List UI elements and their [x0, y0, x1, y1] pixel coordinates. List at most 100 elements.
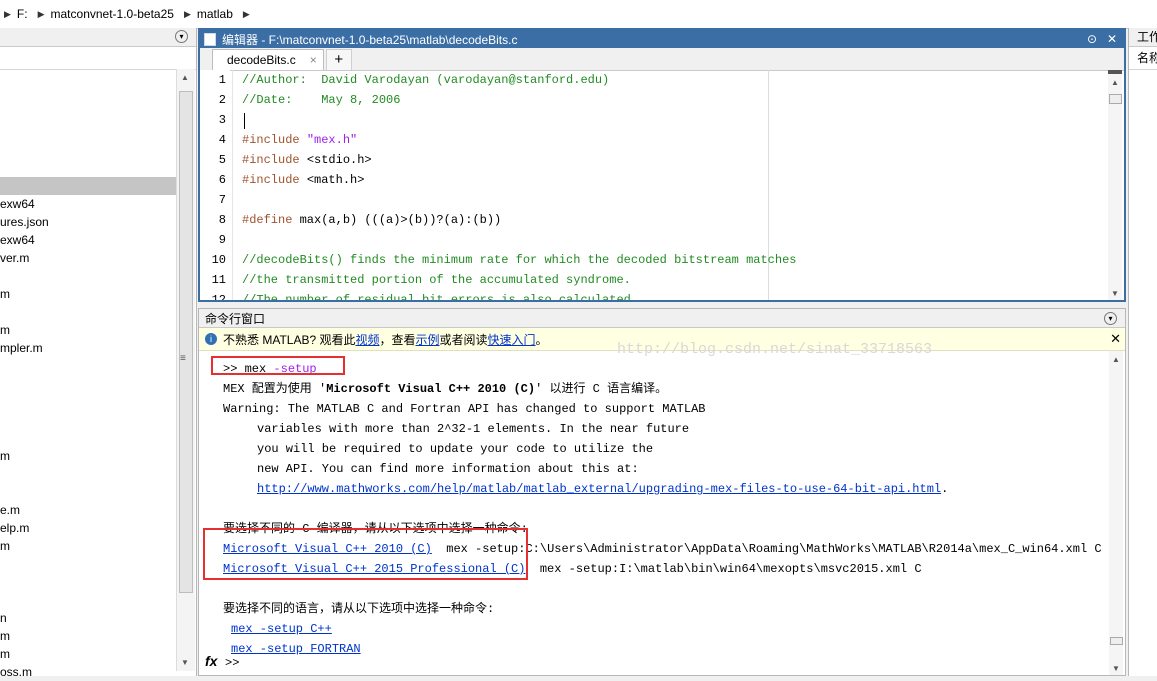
language-link-fortran[interactable]: mex -setup FORTRAN	[231, 642, 361, 656]
file-list-item[interactable]: m	[0, 537, 176, 555]
file-list-item[interactable]	[0, 465, 176, 483]
warning-line: Warning: The MATLAB C and Fortran API ha…	[223, 402, 706, 416]
video-link[interactable]: 视频	[355, 331, 379, 348]
panel-header: ▾	[0, 28, 196, 47]
language-option: mex -setup FORTRAN	[223, 639, 1103, 659]
command-prompt[interactable]: >>	[225, 656, 239, 670]
code-line: #include <stdio.h>	[242, 150, 1102, 170]
panel-menu-icon[interactable]: ▾	[1104, 312, 1117, 325]
file-list-item[interactable]: ures.json	[0, 213, 176, 231]
annotation-box	[203, 528, 528, 580]
info-prefix: 不熟悉 MATLAB? 观看此	[223, 332, 356, 347]
breadcrumb-folder[interactable]: matconvnet-1.0-beta25	[51, 7, 174, 21]
file-list-item[interactable]	[0, 573, 176, 591]
file-list-item[interactable]: e.m	[0, 501, 176, 519]
file-list-item[interactable]	[0, 411, 176, 429]
file-list-item[interactable]	[0, 159, 176, 177]
file-list-item[interactable]	[0, 555, 176, 573]
file-list-item[interactable]: exw64	[0, 195, 176, 213]
file-list-item[interactable]	[0, 375, 176, 393]
scroll-up-icon[interactable]: ▲	[181, 73, 189, 82]
scroll-down-icon[interactable]: ▼	[1112, 664, 1120, 673]
file-list-item[interactable]	[0, 591, 176, 609]
command-window-header: 命令行窗口 ▾	[199, 309, 1125, 328]
editor-tabbar: decodeBits.c × +	[200, 48, 1124, 71]
file-list-item[interactable]	[0, 177, 176, 195]
breadcrumb-arrow-icon: ▶	[37, 8, 45, 19]
scroll-down-icon[interactable]: ▼	[1111, 289, 1119, 298]
file-list-item[interactable]: ver.m	[0, 249, 176, 267]
file-list-item[interactable]	[0, 393, 176, 411]
file-list-item[interactable]	[0, 141, 176, 159]
code-lines[interactable]: //Author: David Varodayan (varodayan@sta…	[242, 70, 1102, 300]
file-list-item[interactable]	[0, 483, 176, 501]
scroll-thumb[interactable]	[1110, 637, 1123, 645]
line-number: 9	[218, 233, 226, 247]
file-list-item[interactable]: elp.m	[0, 519, 176, 537]
tab-close-icon[interactable]: ×	[310, 53, 317, 67]
scroll-down-icon[interactable]: ▼	[181, 658, 189, 667]
file-list-item[interactable]	[0, 303, 176, 321]
tab-decodebits[interactable]: decodeBits.c ×	[212, 49, 324, 70]
warning-link-line: http://www.mathworks.com/help/matlab/mat…	[223, 479, 1103, 499]
code-line: //the transmitted portion of the accumul…	[242, 270, 1102, 290]
text-cursor	[244, 113, 245, 129]
scroll-thumb[interactable]	[1109, 94, 1122, 104]
new-tab-button[interactable]: +	[325, 49, 352, 70]
close-icon[interactable]: ✕	[1106, 32, 1118, 46]
file-list-item[interactable]: exw64	[0, 231, 176, 249]
file-list-item[interactable]	[0, 123, 176, 141]
warning-line: you will be required to update your code…	[257, 442, 654, 456]
scroll-up-icon[interactable]: ▲	[1112, 355, 1120, 364]
info-text: 。	[535, 332, 548, 347]
code-comment: //Author: David Varodayan (varodayan@sta…	[242, 73, 610, 87]
line-number: 11	[211, 273, 226, 287]
code-area[interactable]: 1 2 3 4 5 6 7 8 9 10 11 12 //Author: David Varodaya…	[200, 70, 1124, 300]
editor-scrollbar[interactable]: ▲ ▼	[1108, 70, 1122, 300]
file-list-item[interactable]: m	[0, 447, 176, 465]
code-line: //Date: May 8, 2006	[242, 90, 1102, 110]
breadcrumb-drive[interactable]: F:	[17, 7, 28, 21]
api-doc-link[interactable]: http://www.mathworks.com/help/matlab/mat…	[257, 482, 941, 496]
scrollbar[interactable]: ▲ ≡ ▼	[176, 69, 195, 671]
workspace-column-name[interactable]: 名称	[1129, 47, 1157, 70]
function-browser-icon[interactable]: fx	[205, 653, 217, 669]
examples-link[interactable]: 示例	[416, 331, 440, 348]
close-icon[interactable]: ✕	[1110, 331, 1121, 347]
file-list-item[interactable]: m	[0, 627, 176, 645]
file-list-item[interactable]	[0, 357, 176, 375]
file-list-item[interactable]: m	[0, 645, 176, 663]
workspace-panel: 工作 名称	[1128, 28, 1157, 676]
menu-icon[interactable]: ⊙	[1086, 32, 1098, 46]
line-number-gutter: 1 2 3 4 5 6 7 8 9 10 11 12	[200, 70, 230, 300]
file-list-item[interactable]: m	[0, 285, 176, 303]
directive-argument: max(a,b) (((a)>(b))?(a):(b))	[299, 213, 502, 227]
file-list-item[interactable]: mpler.m	[0, 339, 176, 357]
file-list-item[interactable]	[0, 105, 176, 123]
output-line: MEX 配置为使用 'Microsoft Visual C++ 2010 (C)…	[223, 379, 1103, 399]
file-list-item[interactable]	[0, 429, 176, 447]
getting-started-link[interactable]: 快速入门	[488, 331, 536, 348]
code-comment: //Date: May 8, 2006	[242, 93, 401, 107]
code-comment: //decodeBits() finds the minimum rate fo…	[242, 253, 797, 267]
file-list-item[interactable]	[0, 69, 176, 87]
scroll-up-icon[interactable]: ▲	[1111, 78, 1119, 87]
output-line: 要选择不同的语言，请从以下选项中选择一种命令:	[223, 602, 495, 616]
address-bar[interactable]: ▶ F: ▶ matconvnet-1.0-beta25 ▶ matlab ▶	[0, 0, 1157, 29]
panel-menu-icon[interactable]: ▾	[175, 30, 188, 43]
code-comment: //the transmitted portion of the accumul…	[242, 273, 631, 287]
scroll-thumb[interactable]	[179, 91, 193, 593]
file-list-item[interactable]: oss.m	[0, 663, 176, 681]
file-list-item[interactable]: n	[0, 609, 176, 627]
preprocessor-directive: #include	[242, 153, 307, 167]
command-output[interactable]: >> mex -setup MEX 配置为使用 'Microsoft Visua…	[223, 359, 1103, 659]
breadcrumb-folder[interactable]: matlab	[197, 7, 233, 21]
output-text: .	[941, 482, 949, 496]
file-list-item[interactable]: m	[0, 321, 176, 339]
command-scrollbar[interactable]: ▲ ▼	[1109, 351, 1123, 675]
file-list-item[interactable]	[0, 267, 176, 285]
language-link-cpp[interactable]: mex -setup C++	[231, 622, 332, 636]
file-list-item[interactable]	[0, 87, 176, 105]
